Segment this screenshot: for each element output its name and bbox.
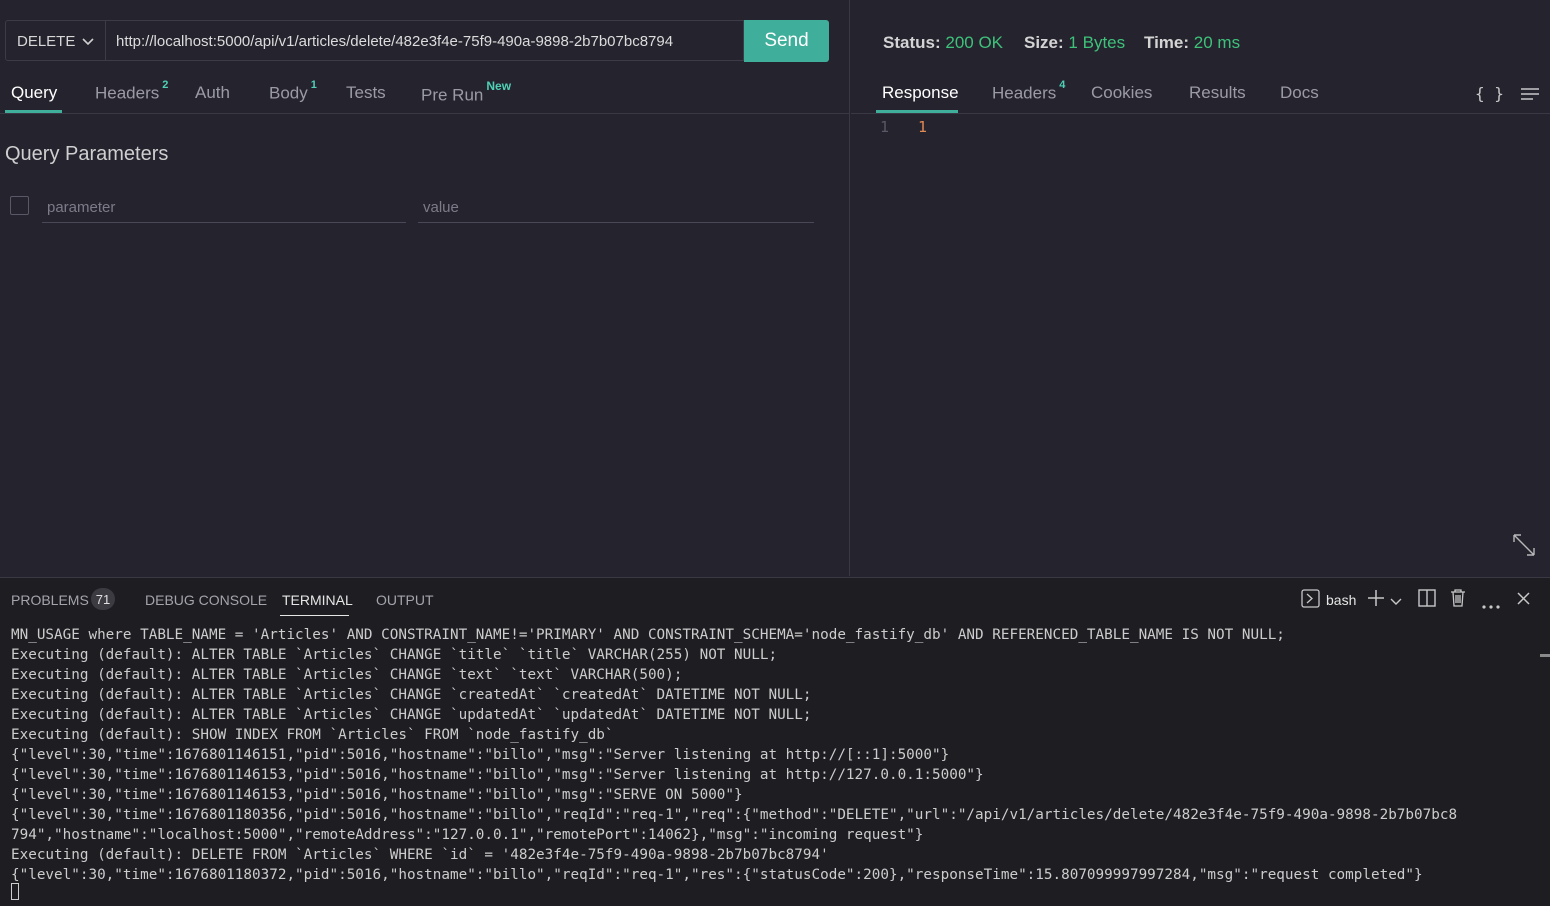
parameter-placeholder: parameter bbox=[47, 199, 116, 216]
trash-icon[interactable] bbox=[1450, 588, 1466, 612]
response-headers-count-badge: 4 bbox=[1059, 79, 1066, 91]
tab-cookies[interactable]: Cookies bbox=[1091, 83, 1152, 103]
status-value: 200 OK bbox=[945, 33, 1004, 52]
tab-tests[interactable]: Tests bbox=[346, 83, 386, 103]
value-input[interactable]: value bbox=[418, 195, 814, 223]
split-terminal-icon[interactable] bbox=[1418, 589, 1436, 612]
url-value: http://localhost:5000/api/v1/articles/de… bbox=[116, 33, 674, 50]
more-actions-icon[interactable] bbox=[1482, 596, 1500, 614]
terminal-line: {"level":30,"time":1676801146153,"pid":5… bbox=[11, 767, 984, 783]
terminal-shell-icon bbox=[1301, 589, 1320, 613]
tab-query-label: Query bbox=[11, 83, 58, 102]
tab-body-label: Body bbox=[269, 83, 308, 103]
headers-count-badge: 2 bbox=[162, 79, 169, 91]
terminal-line: {"level":30,"time":1676801146151,"pid":5… bbox=[11, 747, 950, 763]
terminal-tab-underline bbox=[280, 615, 349, 616]
output-label: OUTPUT bbox=[376, 592, 434, 608]
tab-prerun[interactable]: Pre Run New bbox=[421, 79, 511, 106]
terminal-line: Executing (default): SHOW INDEX FROM `Ar… bbox=[11, 727, 614, 743]
panel-tab-problems[interactable]: PROBLEMS bbox=[11, 592, 89, 608]
problems-label: PROBLEMS bbox=[11, 592, 89, 608]
panel-tab-debug-console[interactable]: DEBUG CONSOLE bbox=[145, 592, 267, 608]
tab-prerun-label: Pre Run bbox=[421, 85, 484, 105]
tab-docs-label: Docs bbox=[1280, 83, 1319, 102]
expand-icon[interactable] bbox=[1512, 533, 1536, 562]
tab-results[interactable]: Results bbox=[1189, 83, 1246, 103]
menu-lines-icon[interactable] bbox=[1521, 87, 1539, 106]
tab-tests-label: Tests bbox=[346, 83, 386, 102]
pane-divider[interactable] bbox=[849, 0, 850, 576]
terminal-line: Executing (default): ALTER TABLE `Articl… bbox=[11, 707, 812, 723]
time-info: Time: 20 ms bbox=[1144, 33, 1240, 53]
response-tabs-divider bbox=[851, 113, 1550, 114]
size-value: 1 Bytes bbox=[1068, 33, 1126, 52]
terminal-line: Executing (default): ALTER TABLE `Articl… bbox=[11, 667, 683, 683]
terminal-line: {"level":30,"time":1676801180372,"pid":5… bbox=[11, 867, 1423, 883]
parameter-input[interactable]: parameter bbox=[42, 195, 406, 223]
panel-tab-terminal[interactable]: TERMINAL bbox=[282, 592, 353, 608]
tab-auth-label: Auth bbox=[195, 83, 230, 102]
new-terminal-icon[interactable] bbox=[1367, 589, 1385, 612]
terminal-line: Executing (default): ALTER TABLE `Articl… bbox=[11, 647, 778, 663]
terminal-line: MN_USAGE where TABLE_NAME = 'Articles' A… bbox=[11, 627, 1285, 643]
request-pane: DELETE http://localhost:5000/api/v1/arti… bbox=[0, 0, 850, 576]
size-label: Size: bbox=[1024, 33, 1064, 52]
terminal-scrollbar[interactable] bbox=[1540, 654, 1550, 657]
new-badge: New bbox=[486, 79, 512, 93]
tab-auth[interactable]: Auth bbox=[195, 83, 230, 103]
terminal-line: Executing (default): DELETE FROM `Articl… bbox=[11, 847, 829, 863]
tab-results-label: Results bbox=[1189, 83, 1246, 102]
param-checkbox[interactable] bbox=[10, 196, 29, 215]
tab-response[interactable]: Response bbox=[882, 83, 959, 103]
tab-cookies-label: Cookies bbox=[1091, 83, 1153, 102]
terminal-cursor bbox=[11, 883, 19, 900]
url-input[interactable]: http://localhost:5000/api/v1/articles/de… bbox=[106, 20, 744, 61]
format-json-icon[interactable]: { } bbox=[1475, 84, 1504, 103]
time-value: 20 ms bbox=[1193, 33, 1241, 52]
terminal-line: {"level":30,"time":1676801180356,"pid":5… bbox=[11, 807, 1458, 823]
status-info: Status: 200 OK bbox=[883, 33, 1003, 53]
close-icon[interactable] bbox=[1517, 592, 1530, 610]
tab-docs[interactable]: Docs bbox=[1280, 83, 1319, 103]
query-parameters-title: Query Parameters bbox=[5, 143, 169, 165]
chevron-down-icon bbox=[81, 34, 95, 52]
line-number: 1 bbox=[880, 118, 890, 136]
debug-console-label: DEBUG CONSOLE bbox=[145, 592, 268, 608]
response-content: 1 bbox=[918, 118, 928, 136]
status-label: Status: bbox=[883, 33, 941, 52]
tab-headers[interactable]: Headers 2 bbox=[95, 79, 168, 104]
tab-headers-label: Headers bbox=[95, 83, 160, 103]
terminal-line: 794","hostname":"localhost:5000","remote… bbox=[11, 827, 924, 843]
panel-tab-output[interactable]: OUTPUT bbox=[376, 592, 434, 608]
terminal-line: Executing (default): ALTER TABLE `Articl… bbox=[11, 687, 812, 703]
tab-response-headers[interactable]: Headers 4 bbox=[992, 79, 1065, 104]
shell-name[interactable]: bash bbox=[1326, 592, 1356, 608]
time-label: Time: bbox=[1144, 33, 1190, 52]
tab-query[interactable]: Query bbox=[11, 83, 57, 103]
body-count-badge: 1 bbox=[310, 79, 317, 91]
size-info: Size: 1 Bytes bbox=[1024, 33, 1125, 53]
tabs-divider bbox=[0, 113, 849, 114]
terminal-line: {"level":30,"time":1676801146153,"pid":5… bbox=[11, 787, 743, 803]
terminal-label: TERMINAL bbox=[282, 592, 353, 608]
method-value: DELETE bbox=[17, 33, 76, 50]
tab-body[interactable]: Body 1 bbox=[269, 79, 317, 104]
value-placeholder: value bbox=[423, 199, 459, 216]
problems-count-badge: 71 bbox=[91, 588, 115, 610]
tab-response-label: Response bbox=[882, 83, 959, 102]
send-button[interactable]: Send bbox=[744, 20, 829, 62]
chevron-down-icon[interactable] bbox=[1390, 593, 1402, 611]
method-select[interactable]: DELETE bbox=[5, 20, 106, 61]
bottom-panel: PROBLEMS 71 DEBUG CONSOLE TERMINAL OUTPU… bbox=[0, 577, 1550, 906]
tab-response-headers-label: Headers bbox=[992, 83, 1057, 103]
